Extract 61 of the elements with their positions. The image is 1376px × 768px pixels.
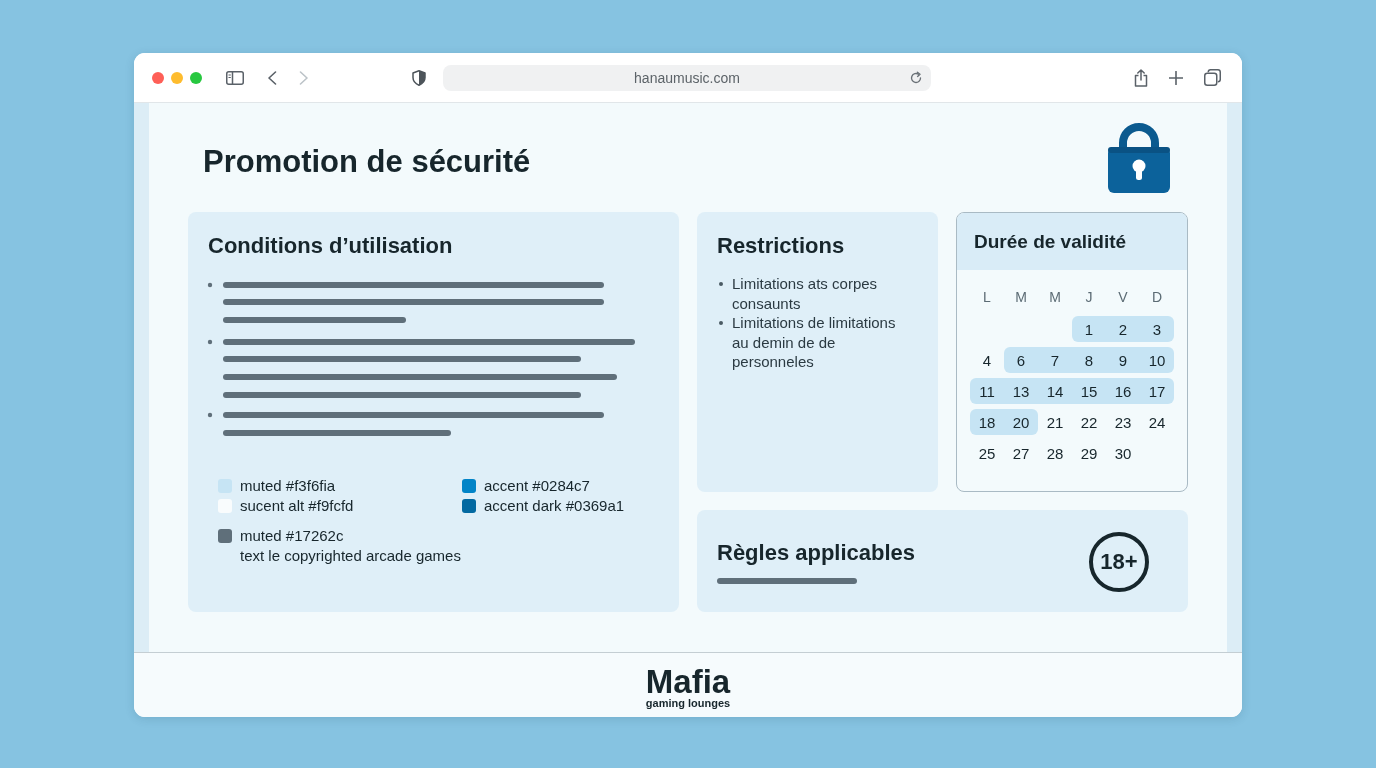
weekday-label: J (1084, 288, 1094, 307)
age-rating-badge: 18+ (1089, 531, 1149, 592)
shield-icon[interactable] (412, 69, 426, 86)
share-icon[interactable] (1134, 68, 1148, 87)
sidebar-icon[interactable] (226, 70, 244, 85)
weekday-label: M (1048, 288, 1062, 307)
calendar-day[interactable]: 9 (1106, 347, 1140, 373)
bullet-icon (719, 321, 723, 325)
tabs-icon[interactable] (1204, 69, 1221, 86)
legend-label: muted #f3f6fia (240, 476, 336, 496)
calendar-day[interactable]: 20 (1004, 409, 1038, 435)
calendar-day[interactable]: 24 (1140, 409, 1174, 435)
calendar-day[interactable]: 4 (970, 347, 1004, 373)
calendar-day[interactable]: 3 (1140, 316, 1174, 342)
calendar-day[interactable]: 15 (1072, 378, 1106, 404)
calendar-day[interactable]: 6 (1004, 347, 1038, 373)
card-title: Restrictions (717, 232, 846, 260)
card-title: Conditions d’utilisation (208, 232, 454, 260)
weekday-label: M (1014, 288, 1028, 307)
calendar-day[interactable]: 21 (1038, 409, 1072, 435)
back-icon[interactable] (267, 70, 277, 85)
calendar-day[interactable]: 10 (1140, 347, 1174, 373)
calendar-day[interactable]: 8 (1072, 347, 1106, 373)
calendar-day[interactable]: 27 (1004, 440, 1038, 466)
legend-label: muted #17262c (240, 526, 345, 546)
card-title: Règles applicables (717, 538, 916, 567)
brand-name: Mafia (645, 666, 731, 698)
calendar-day[interactable]: 11 (970, 378, 1004, 404)
calendar-day[interactable]: 28 (1038, 440, 1072, 466)
padlock-icon (1108, 122, 1170, 193)
close-icon[interactable] (152, 71, 164, 84)
page-title: Promotion de sécurité (203, 144, 531, 180)
restriction-text: Limitations ats corpes consaunts (732, 274, 879, 313)
zoom-icon[interactable] (190, 71, 202, 84)
reload-icon[interactable] (909, 70, 923, 85)
restriction-text: Limitations de limitations au demin de de personneles (732, 313, 897, 372)
calendar-day[interactable]: 18 (970, 409, 1004, 435)
calendar-day[interactable]: 14 (1038, 378, 1072, 404)
bullet-icon (719, 282, 723, 286)
legend-label: accent #0284c7 (484, 476, 590, 496)
calendar-day[interactable]: 13 (1004, 378, 1038, 404)
calendar-day[interactable]: 7 (1038, 347, 1072, 373)
legend-note: text le copyrighted arcade games (240, 546, 461, 566)
plus-icon[interactable] (1169, 70, 1183, 85)
weekday-label: D (1150, 288, 1164, 307)
address-field[interactable]: hanaumusic.com (443, 64, 931, 91)
calendar-day[interactable]: 16 (1106, 378, 1140, 404)
legend-label: sucent alt #f9fcfd (240, 496, 354, 516)
calendar-day[interactable]: 30 (1106, 440, 1140, 466)
calendar-day[interactable]: 1 (1072, 316, 1106, 342)
brand-tagline: gaming lounges (645, 698, 731, 709)
calendar-day[interactable]: 23 (1106, 409, 1140, 435)
calendar-day[interactable]: 17 (1140, 378, 1174, 404)
legend-label: accent dark #0369a1 (484, 496, 625, 516)
weekday-label: V (1117, 288, 1129, 307)
weekday-label: L (982, 288, 992, 307)
calendar-day[interactable]: 22 (1072, 409, 1106, 435)
calendar-day[interactable]: 25 (970, 440, 1004, 466)
calendar-day[interactable]: 2 (1106, 316, 1140, 342)
calendar-day[interactable]: 29 (1072, 440, 1106, 466)
card-title: Durée de validité (974, 229, 1127, 254)
